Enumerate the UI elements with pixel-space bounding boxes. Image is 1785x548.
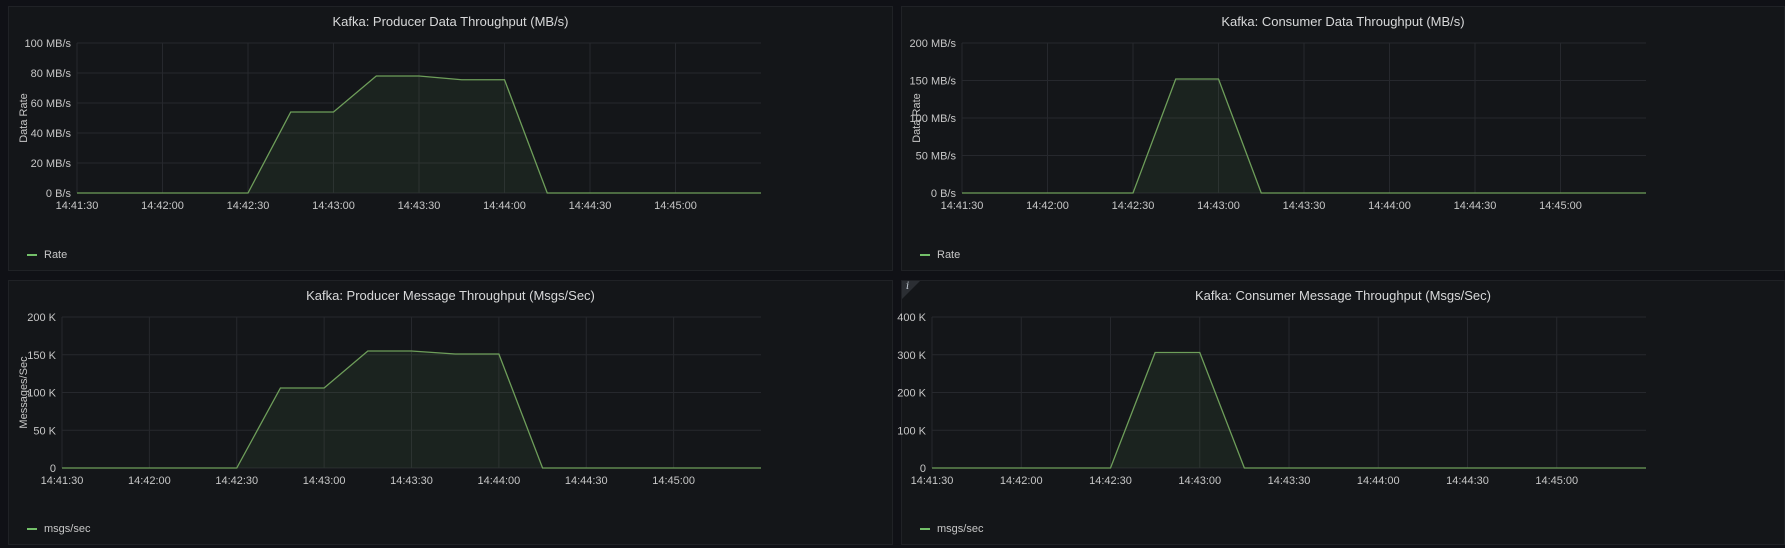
x-tick-label: 14:43:30 [390,475,433,487]
y-tick-label: 0 [920,463,926,475]
y-tick-label: 200 MB/s [910,38,957,50]
y-tick-label: 50 K [33,425,56,437]
consumer-data-throughput-chart[interactable]: 0 B/s50 MB/s100 MB/s150 MB/s200 MB/s14:4… [902,7,1785,272]
legend[interactable]: Rate [27,249,67,261]
y-tick-label: 20 MB/s [31,158,72,170]
x-tick-label: 14:45:00 [654,200,697,212]
x-tick-label: 14:41:30 [56,200,99,212]
x-tick-label: 14:44:00 [1368,200,1411,212]
y-tick-label: 400 K [897,312,926,324]
x-tick-label: 14:45:00 [1535,475,1578,487]
x-tick-label: 14:42:30 [1089,475,1132,487]
y-tick-label: 200 K [897,388,926,400]
legend-swatch [920,254,930,256]
legend-swatch [27,528,37,530]
legend-swatch [920,528,930,530]
x-tick-label: 14:43:30 [1268,475,1311,487]
x-tick-label: 14:41:30 [41,475,84,487]
consumer-data-throughput-panel[interactable]: Kafka: Consumer Data Throughput (MB/s) 0… [901,6,1785,271]
legend-label[interactable]: msgs/sec [44,523,90,535]
y-tick-label: 100 K [897,425,926,437]
y-tick-label: 150 K [27,350,56,362]
y-tick-label: 100 K [27,388,56,400]
x-tick-label: 14:43:30 [1283,200,1326,212]
x-tick-label: 14:43:00 [312,200,355,212]
legend-swatch [27,254,37,256]
x-tick-label: 14:42:30 [215,475,258,487]
producer-data-throughput-chart[interactable]: 0 B/s 20 MB/s 40 MB/s 60 MB/s 80 MB/s 100 MB/… [9,7,894,272]
x-tick-label: 14:44:30 [1446,475,1489,487]
y-tick-label: 0 [50,463,56,475]
consumer-message-throughput-panel[interactable]: i Kafka: Consumer Message Throughput (Ms… [897,280,1785,546]
consumer-message-throughput-chart[interactable]: 0 100 K 200 K 300 K 400 K 14:41:30 14:42:00 14:… [897,281,1785,546]
y-tick-label: 40 MB/s [31,128,72,140]
y-axis-label: Data Rate [911,93,923,143]
legend-label[interactable]: Rate [44,249,67,261]
x-tick-label: 14:42:00 [1000,475,1043,487]
x-tick-label: 14:42:00 [128,475,171,487]
plot-group: 0 100 K 200 K 300 K 400 K 14:41:30 14:42:00 14:… [897,312,1647,487]
x-tick-label: 14:43:00 [303,475,346,487]
x-tick-label: 14:41:30 [941,200,984,212]
x-tick-label: 14:43:00 [1178,475,1221,487]
y-tick-label: 150 MB/s [910,76,957,88]
y-tick-label: 300 K [897,350,926,362]
x-tick-label: 14:45:00 [1539,200,1582,212]
y-tick-label: 50 MB/s [916,151,957,163]
x-tick-label: 14:45:00 [652,475,695,487]
legend[interactable]: msgs/sec [920,523,983,535]
x-tick-label: 14:42:00 [141,200,184,212]
y-tick-label: 100 MB/s [25,38,72,50]
x-tick-label: 14:44:00 [1357,475,1400,487]
x-tick-label: 14:43:30 [398,200,441,212]
x-tick-label: 14:44:30 [1454,200,1497,212]
x-tick-label: 14:44:00 [477,475,520,487]
legend[interactable]: msgs/sec [27,523,90,535]
x-tick-label: 14:43:00 [1197,200,1240,212]
x-tick-label: 14:42:00 [1026,200,1069,212]
x-tick-label: 14:44:30 [569,200,612,212]
y-tick-label: 60 MB/s [31,98,72,110]
y-tick-label: 0 B/s [931,188,957,200]
y-axis-label: Messages/Sec [18,356,30,429]
x-tick-label: 14:44:00 [483,200,526,212]
y-tick-label: 80 MB/s [31,68,72,80]
y-axis-label: Data Rate [18,93,30,143]
y-tick-label: 200 K [27,312,56,324]
series-area [62,350,761,468]
legend-label[interactable]: msgs/sec [937,523,983,535]
producer-message-throughput-panel[interactable]: Kafka: Producer Message Throughput (Msgs… [8,280,893,545]
legend-label[interactable]: Rate [937,249,960,261]
x-tick-label: 14:42:30 [1112,200,1155,212]
producer-message-throughput-chart[interactable]: 0 50 K 100 K 150 K 200 K 14:41:30 14:42:00 14:4… [9,281,894,546]
y-tick-label: 0 B/s [46,188,72,200]
series-area [77,76,761,193]
x-tick-label: 14:42:30 [227,200,270,212]
x-tick-label: 14:44:30 [565,475,608,487]
plot-group: 0 50 K 100 K 150 K 200 K 14:41:30 14:42:00 14:4… [18,312,762,487]
x-tick-label: 14:41:30 [911,475,954,487]
legend[interactable]: Rate [920,249,960,261]
producer-data-throughput-panel[interactable]: Kafka: Producer Data Throughput (MB/s) 0… [8,6,893,271]
